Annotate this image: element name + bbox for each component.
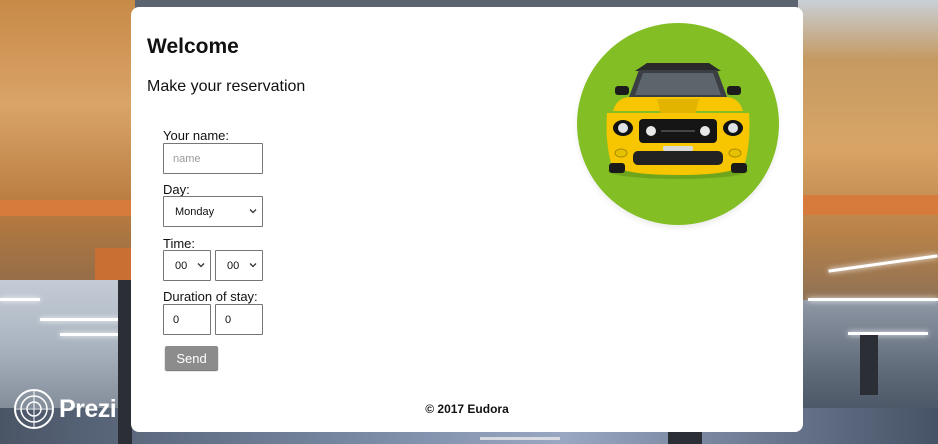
time-hour-select[interactable]: 00 [163, 250, 211, 281]
ceiling-beam [798, 195, 938, 215]
ceiling-light [808, 298, 938, 301]
prezi-logo-icon [14, 389, 54, 429]
ceiling-light [40, 318, 120, 321]
chevron-down-icon [249, 263, 257, 268]
ceiling-beam [0, 200, 135, 216]
chevron-down-icon [197, 263, 205, 268]
page-subtitle: Make your reservation [147, 78, 306, 95]
time-hour-value: 00 [175, 259, 188, 272]
ceiling-right [798, 0, 938, 330]
floor-stripe [480, 437, 560, 440]
day-label: Day: [163, 182, 190, 197]
pillar [860, 335, 878, 395]
send-button[interactable]: Send [165, 346, 218, 370]
car-image [577, 23, 779, 225]
reservation-card: Welcome Make your reservation Your name:… [131, 7, 803, 432]
pillar [118, 280, 132, 444]
prezi-watermark: Prezi [13, 388, 117, 430]
name-input[interactable] [163, 143, 263, 174]
time-minute-value: 00 [227, 259, 240, 272]
duration-second-input[interactable] [215, 304, 263, 335]
car-icon [606, 63, 750, 179]
page-title: Welcome [147, 35, 239, 58]
duration-first-input[interactable] [163, 304, 211, 335]
prezi-logo-text: Prezi [59, 394, 117, 423]
ceiling-light [60, 333, 120, 336]
ceiling-beam [95, 248, 135, 280]
copyright-footer: © 2017 Eudora [425, 402, 509, 416]
day-select[interactable]: Monday [163, 196, 263, 227]
ceiling-light [0, 298, 40, 301]
duration-label: Duration of stay: [163, 289, 258, 304]
time-label: Time: [163, 236, 196, 251]
day-select-value: Monday [175, 205, 215, 218]
time-minute-select[interactable]: 00 [215, 250, 263, 281]
name-label: Your name: [163, 128, 230, 143]
chevron-down-icon [249, 209, 257, 214]
